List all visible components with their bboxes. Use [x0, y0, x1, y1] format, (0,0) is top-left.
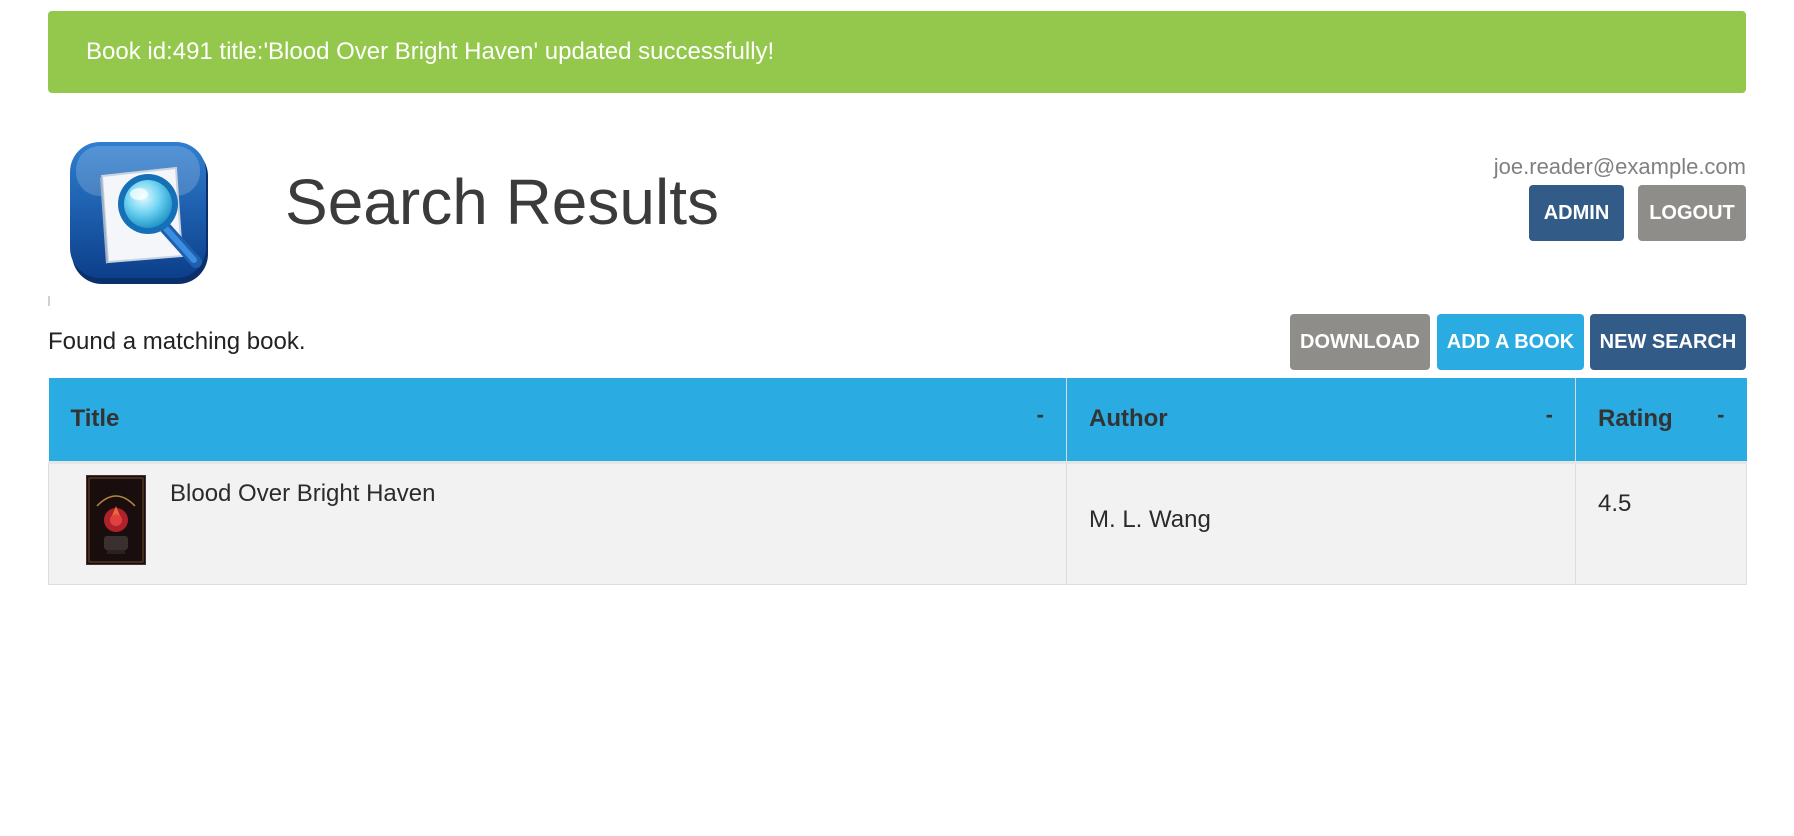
table-row[interactable]: Blood Over Bright Haven M. L. Wang 4.5: [48, 461, 1747, 585]
success-alert-message: Book id:491 title:'Blood Over Bright Hav…: [86, 38, 775, 65]
column-header-label: Title: [70, 405, 120, 433]
sort-indicator-icon[interactable]: -: [1717, 402, 1724, 428]
author-cell: M. L. Wang: [1066, 461, 1576, 585]
sort-indicator-icon[interactable]: -: [1546, 402, 1553, 428]
table-header-row: Title - Author - Rating -: [48, 378, 1747, 464]
page: Book id:491 title:'Blood Over Bright Hav…: [0, 0, 1794, 836]
column-header-title[interactable]: Title -: [48, 378, 1067, 464]
sort-indicator-icon[interactable]: -: [1037, 402, 1044, 428]
title-cell: Blood Over Bright Haven: [48, 461, 1067, 585]
user-email: joe.reader@example.com: [1493, 154, 1746, 179]
admin-button[interactable]: ADMIN: [1529, 185, 1624, 241]
book-title[interactable]: Blood Over Bright Haven: [170, 480, 435, 508]
column-header-label: Author: [1089, 405, 1168, 433]
success-alert: Book id:491 title:'Blood Over Bright Hav…: [48, 11, 1746, 93]
results-message: Found a matching book.: [48, 328, 306, 355]
book-rating: 4.5: [1598, 489, 1632, 517]
logo-divider: [48, 296, 50, 306]
column-header-author[interactable]: Author -: [1066, 378, 1576, 464]
app-logo-icon: [66, 138, 214, 288]
book-author: M. L. Wang: [1089, 505, 1211, 533]
page-title: Search Results: [285, 166, 719, 238]
column-header-rating[interactable]: Rating -: [1575, 378, 1747, 464]
add-book-button[interactable]: ADD A BOOK: [1437, 314, 1584, 370]
logout-button[interactable]: LOGOUT: [1638, 185, 1746, 241]
results-table: Title - Author - Rating - Blood Over Bri…: [48, 378, 1747, 585]
column-header-label: Rating: [1598, 405, 1673, 433]
rating-cell: 4.5: [1575, 461, 1747, 585]
book-cover-thumbnail[interactable]: [86, 474, 146, 565]
new-search-button[interactable]: NEW SEARCH: [1590, 314, 1746, 370]
download-button[interactable]: DOWNLOAD: [1290, 314, 1430, 370]
